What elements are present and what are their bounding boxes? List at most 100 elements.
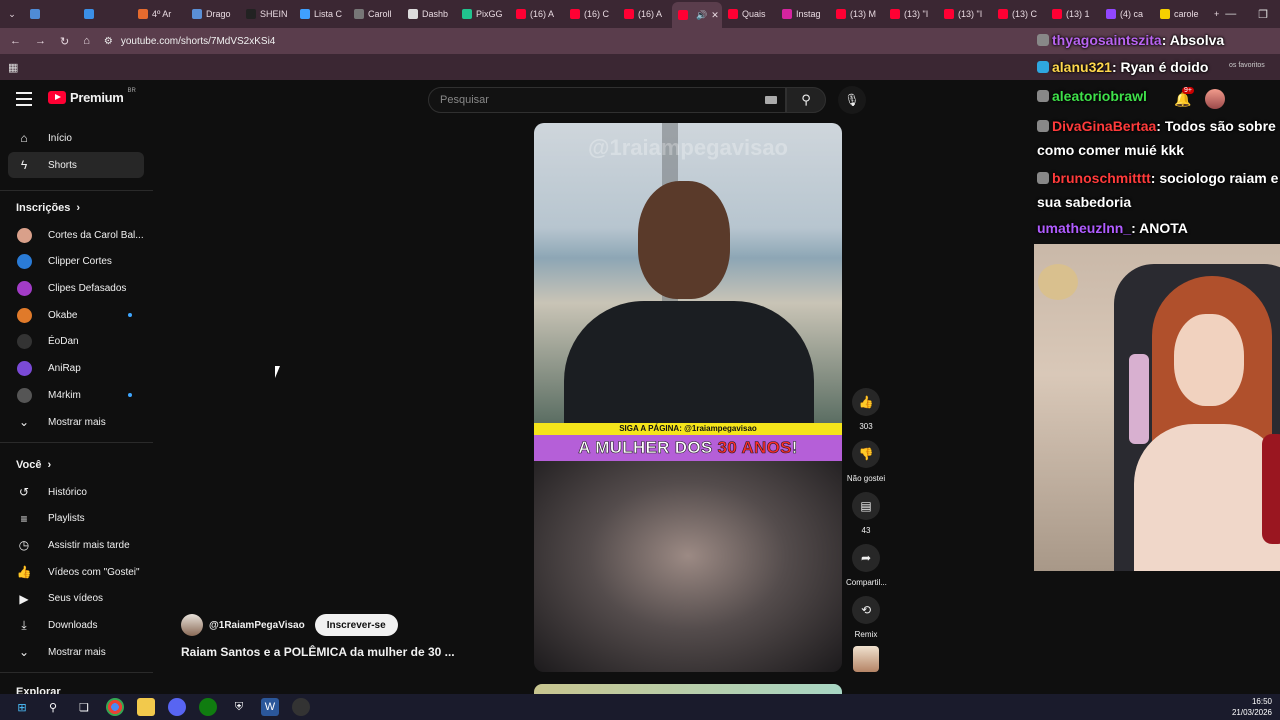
tab-favicon-icon [678, 10, 688, 20]
sidebar-item-you[interactable]: ◷ Assistir mais tarde [8, 532, 144, 558]
file-explorer-icon[interactable] [137, 698, 155, 716]
back-icon[interactable]: ← [10, 35, 21, 47]
xbox-icon[interactable] [199, 698, 217, 716]
share-button[interactable]: ➦ Compartil... [846, 544, 887, 587]
remix-icon[interactable]: ⟲ [852, 596, 880, 624]
keyboard-icon[interactable] [765, 96, 777, 104]
subscription-item[interactable]: ÉoDan [8, 329, 144, 355]
channel-handle[interactable]: @1RaiamPegaVisao [209, 620, 305, 631]
browser-tab[interactable]: Caroll [348, 2, 402, 26]
you-header[interactable]: Você › [16, 459, 51, 471]
sidebar-item-you[interactable]: 👍 Vídeos com "Gostei" [8, 559, 144, 585]
browser-tab[interactable]: (4) ca [1100, 2, 1154, 26]
comments-button[interactable]: ▤ 43 [846, 492, 886, 535]
forward-icon[interactable]: → [35, 35, 46, 47]
task-view-icon[interactable]: ❏ [75, 698, 93, 716]
site-info-icon[interactable]: ⚙ [104, 36, 113, 47]
browser-tab[interactable]: (13) 1 [1046, 2, 1100, 26]
reload-icon[interactable]: ↻ [60, 35, 69, 48]
browser-tab[interactable]: Dashb [402, 2, 456, 26]
browser-tab[interactable]: carole [1154, 2, 1208, 26]
next-short-preview[interactable] [534, 684, 842, 694]
browser-tab[interactable]: (13) M [830, 2, 884, 26]
minimize-icon[interactable]: — [1225, 8, 1236, 21]
subscribe-button[interactable]: Inscrever-se [314, 614, 398, 636]
sidebar-item-you[interactable]: ⤓ Downloads [8, 613, 144, 639]
voice-search-button[interactable]: 🎙 [838, 86, 866, 114]
short-video-player[interactable]: @1raiampegavisao SIGA A PÁGINA: @1raiamp… [534, 123, 842, 672]
dislike-button[interactable]: 👎 Não gostei [846, 440, 886, 483]
avatar[interactable] [181, 614, 203, 636]
browser-tab[interactable]: 🔊 ✕ [672, 2, 722, 28]
word-icon[interactable]: W [261, 698, 279, 716]
subscription-item[interactable]: Okabe [8, 302, 144, 328]
apps-icon[interactable]: ▦ [8, 61, 18, 74]
search-button[interactable]: ⚲ [786, 87, 826, 113]
browser-tab[interactable]: (13) "I [884, 2, 938, 26]
chat-message: thyagosaintszita: Absolva [1037, 28, 1279, 52]
browser-tab[interactable]: (13) "I [938, 2, 992, 26]
browser-tab[interactable]: 4º Ar [132, 2, 186, 26]
sidebar-item-you[interactable]: ▶ Seus vídeos [8, 586, 144, 612]
search-input[interactable]: Pesquisar [428, 87, 786, 113]
home-nav-icon[interactable]: ⌂ [83, 35, 90, 47]
like-button[interactable]: 👍 303 [846, 388, 886, 431]
address-field[interactable]: ⚙ youtube.com/shorts/7MdVS2xKSi4 [104, 36, 276, 47]
clock[interactable]: 16:50 21/03/2026 [1232, 696, 1280, 718]
new-content-dot [128, 393, 132, 398]
short-title[interactable]: Raiam Santos e a POLÊMICA da mulher de 3… [181, 645, 455, 659]
subscription-item[interactable]: Clipper Cortes [8, 249, 144, 275]
maximize-icon[interactable]: ❐ [1258, 8, 1268, 21]
like-icon[interactable]: 👍 [852, 388, 880, 416]
streamer-body [1134, 424, 1280, 571]
video-frame-top: @1raiampegavisao [534, 123, 842, 431]
browser-tab[interactable]: Drago [186, 2, 240, 26]
subscriptions-header[interactable]: Inscrições › [16, 202, 80, 214]
sidebar-item-you[interactable]: ≡ Playlists [8, 506, 144, 532]
browser-tab[interactable]: (13) C [992, 2, 1046, 26]
security-icon[interactable]: ⛨ [230, 698, 248, 716]
subscription-item[interactable]: Clipes Defasados [8, 275, 144, 301]
comments-icon[interactable]: ▤ [852, 492, 880, 520]
show-more-subscriptions[interactable]: ⌄ Mostrar mais [8, 409, 144, 435]
browser-tab[interactable]: (16) A [510, 2, 564, 26]
sidebar-item-shorts[interactable]: ϟ Shorts [8, 152, 144, 178]
sidebar-divider [0, 190, 153, 191]
youtube-logo[interactable]: Premium BR [48, 88, 136, 105]
sidebar-item-you[interactable]: ↺ Histórico [8, 479, 144, 505]
share-icon[interactable]: ➦ [852, 544, 880, 572]
subscription-item[interactable]: Cortes da Carol Bal... [8, 222, 144, 248]
browser-tab[interactable]: (16) A [618, 2, 672, 26]
dislike-icon[interactable]: 👎 [852, 440, 880, 468]
avatar [17, 254, 32, 270]
tab-search-button[interactable]: ⌄ [0, 2, 24, 26]
tab-favicon-icon [300, 9, 310, 19]
notifications-button[interactable]: 🔔 9+ [1174, 86, 1194, 108]
new-content-dot [128, 313, 132, 318]
close-tab-icon[interactable]: ✕ [711, 10, 719, 21]
subscription-item[interactable]: AniRap [8, 356, 144, 382]
account-avatar[interactable] [1205, 89, 1226, 109]
browser-tab[interactable]: Lista C [294, 2, 348, 26]
browser-tab[interactable]: Quais [722, 2, 776, 26]
chrome-icon[interactable] [106, 698, 124, 716]
show-more-you[interactable]: ⌄ Mostrar mais [8, 639, 144, 665]
browser-tab[interactable]: SHEIN [240, 2, 294, 26]
short-metadata: @1RaiamPegaVisao Inscrever-se Raiam Sant… [181, 614, 455, 659]
subscription-item[interactable]: M4rkim [8, 382, 144, 408]
new-tab-button[interactable]: + [1208, 2, 1225, 26]
search-taskbar-icon[interactable]: ⚲ [44, 698, 62, 716]
obs-icon[interactable] [292, 698, 310, 716]
menu-icon[interactable] [16, 92, 32, 106]
browser-tab[interactable] [78, 2, 132, 26]
browser-tab[interactable]: (16) C [564, 2, 618, 26]
browser-tab[interactable]: Instag [776, 2, 830, 26]
windows-start-icon[interactable]: ⊞ [13, 698, 31, 716]
browser-tab[interactable] [24, 2, 78, 26]
sidebar-item-início[interactable]: ⌂ Início [8, 125, 144, 151]
discord-icon[interactable] [168, 698, 186, 716]
remix-button[interactable]: ⟲ Remix [846, 596, 886, 639]
channel-thumbnail[interactable] [853, 646, 879, 672]
sidebar-item-label: Início [48, 132, 72, 144]
browser-tab[interactable]: PixGG [456, 2, 510, 26]
